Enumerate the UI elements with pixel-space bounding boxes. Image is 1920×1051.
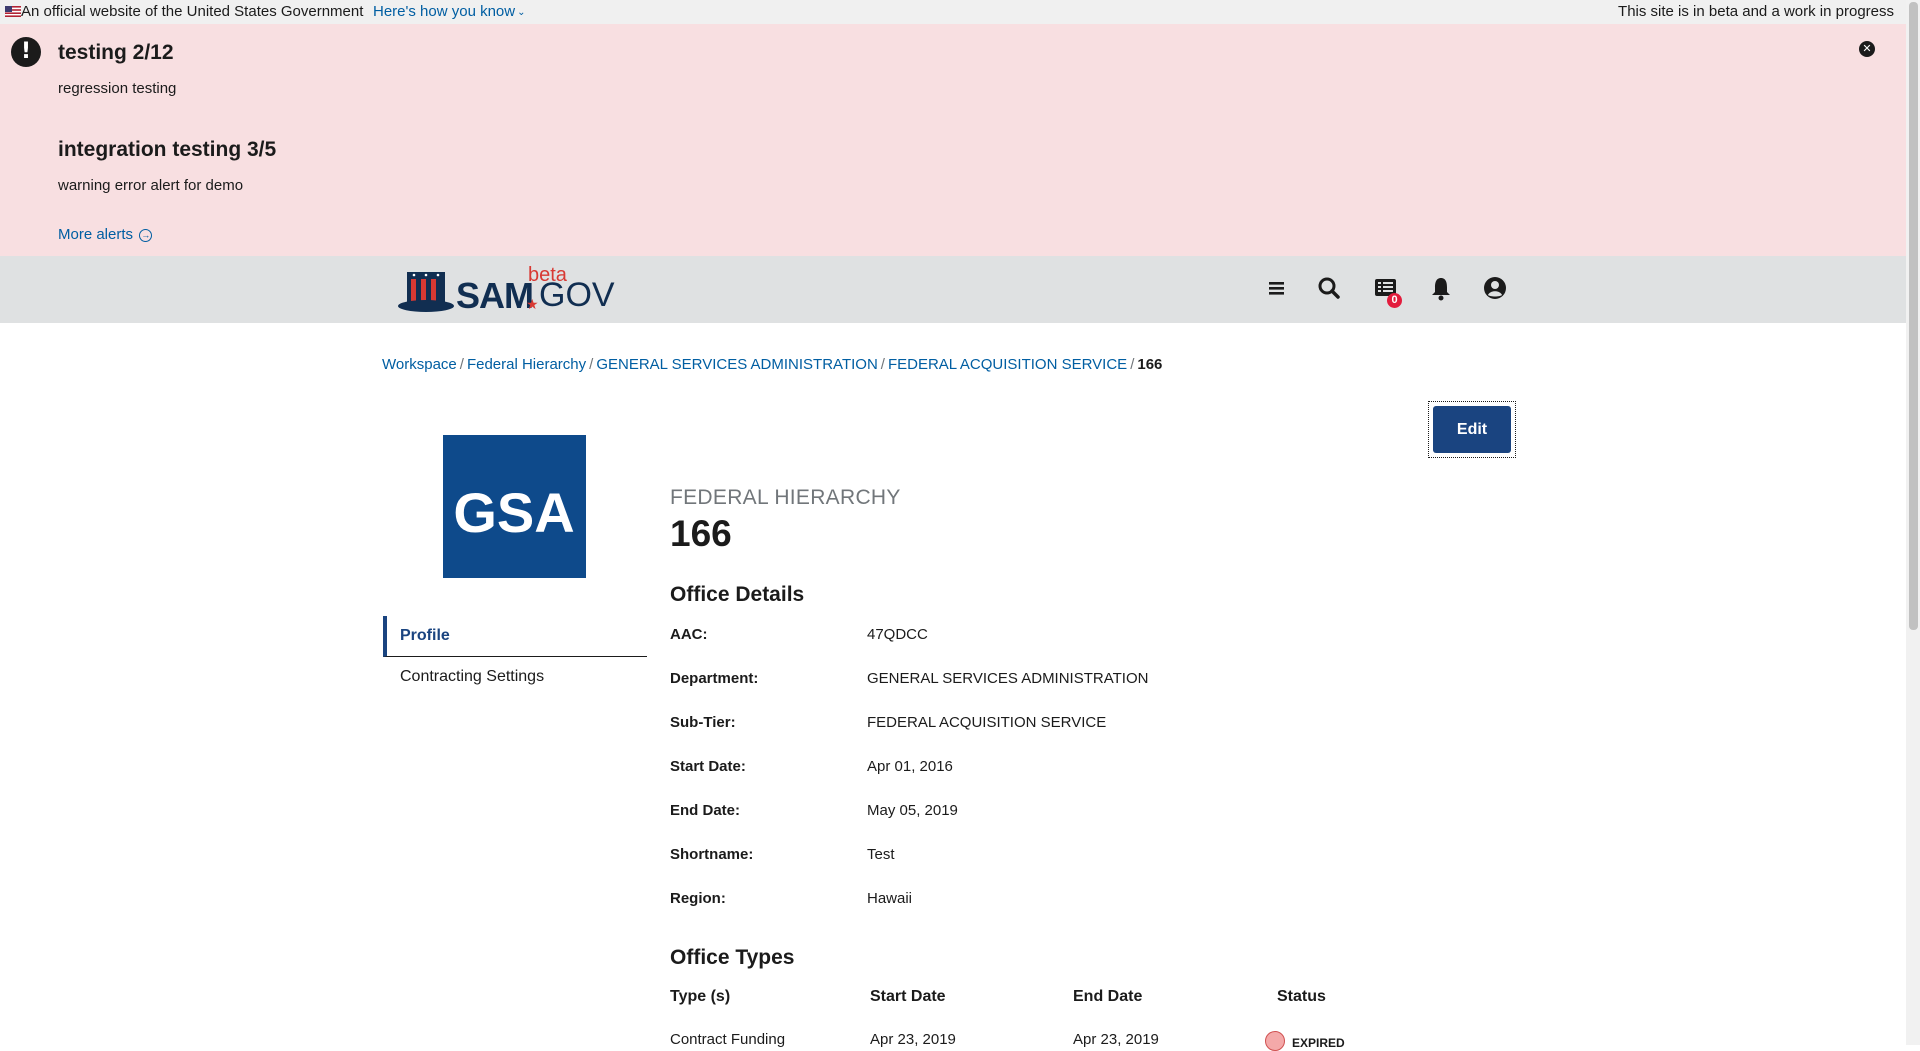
start-date-label: Start Date: (670, 758, 746, 775)
breadcrumb: Workspace / Federal Hierarchy / GENERAL SERV… (382, 356, 1162, 373)
status-expired-icon (1265, 1031, 1285, 1051)
how-you-know-link[interactable]: Here's how you know ⌄ (373, 0, 526, 26)
breadcrumb-separator: / (880, 356, 885, 373)
department-label: Department: (670, 670, 759, 687)
gov-banner: An official website of the United States… (0, 0, 1906, 24)
messages-count-badge: 0 (1387, 293, 1402, 308)
uncle-sam-hat-icon (398, 272, 454, 312)
alert-title: integration testing 3/5 (58, 138, 277, 161)
logo-sam-text: SAM (456, 275, 534, 316)
scrollbar-thumb[interactable] (1909, 2, 1918, 630)
us-flag-icon (5, 6, 21, 17)
page-kicker: FEDERAL HIERARCHY (670, 486, 901, 509)
subtier-label: Sub-Tier: (670, 714, 736, 731)
page-scrollbar[interactable] (1906, 0, 1920, 1045)
gsa-logo: GSA (443, 435, 586, 578)
side-nav: Profile Contracting Settings (383, 616, 647, 697)
site-header: SAM beta ★ GOV (0, 256, 1906, 323)
user-circle-icon[interactable] (1481, 274, 1509, 302)
menu-icon[interactable] (1262, 274, 1290, 302)
aac-value: 47QDCC (867, 626, 928, 643)
alert-body: warning error alert for demo (58, 177, 244, 194)
more-alerts-link[interactable]: More alerts → (58, 226, 153, 243)
column-header-start-date: Start Date (870, 988, 946, 1005)
office-type-cell: Contract Funding (670, 1031, 786, 1048)
office-type-start-cell: Apr 23, 2019 (870, 1031, 956, 1048)
breadcrumb-workspace[interactable]: Workspace (382, 356, 457, 373)
sam-gov-logo[interactable]: SAM beta ★ GOV (398, 264, 615, 316)
alert-title: testing 2/12 (58, 41, 174, 64)
gsa-logo-text: GSA (453, 481, 574, 544)
how-you-know-label[interactable]: Here's how you know (373, 3, 515, 20)
close-icon[interactable]: ✕ (1859, 41, 1875, 57)
shortname-label: Shortname: (670, 846, 754, 863)
edit-button-focus-ring: Edit (1428, 401, 1516, 458)
arrow-circle-right-icon: → (139, 228, 153, 242)
alert-body: regression testing (58, 80, 177, 97)
column-header-type: Type (s) (670, 988, 731, 1005)
alerts-panel: ! ✕ testing 2/12 regression testing inte… (0, 24, 1906, 256)
official-website-text: An official website of the United States… (21, 3, 364, 20)
page-title: 166 (670, 513, 732, 554)
side-nav-profile[interactable]: Profile (383, 616, 647, 657)
breadcrumb-subtier[interactable]: FEDERAL ACQUISITION SERVICE (888, 356, 1127, 373)
breadcrumb-federal-hierarchy[interactable]: Federal Hierarchy (467, 356, 586, 373)
bell-icon[interactable] (1427, 274, 1455, 302)
breadcrumb-separator: / (459, 356, 464, 373)
logo-gov-text: GOV (539, 276, 615, 314)
gsa-logo-mark: GSA (453, 481, 574, 544)
breadcrumb-current: 166 (1137, 356, 1163, 373)
office-details-heading: Office Details (670, 583, 805, 606)
region-value: Hawaii (867, 890, 913, 907)
department-value: GENERAL SERVICES ADMINISTRATION (867, 670, 1149, 687)
exclamation-icon: ! (11, 37, 41, 67)
breadcrumb-separator: / (1130, 356, 1135, 373)
end-date-value: May 05, 2019 (867, 802, 958, 819)
chevron-down-icon: ⌄ (517, 7, 526, 18)
end-date-label: End Date: (670, 802, 741, 819)
shortname-value: Test (867, 846, 895, 863)
side-nav-contracting-settings[interactable]: Contracting Settings (383, 657, 647, 697)
start-date-value: Apr 01, 2016 (867, 758, 953, 775)
column-header-status: Status (1277, 988, 1326, 1005)
breadcrumb-separator: / (589, 356, 594, 373)
region-label: Region: (670, 890, 726, 907)
more-alerts-label[interactable]: More alerts (58, 226, 133, 243)
beta-notice: This site is in beta and a work in progr… (1618, 3, 1894, 20)
office-types-heading: Office Types (670, 946, 795, 969)
edit-button[interactable]: Edit (1433, 406, 1511, 453)
status-badge: EXPIRED (1292, 1036, 1345, 1050)
subtier-value: FEDERAL ACQUISITION SERVICE (867, 714, 1107, 731)
column-header-end-date: End Date (1073, 988, 1143, 1005)
search-icon[interactable] (1315, 274, 1343, 302)
breadcrumb-department[interactable]: GENERAL SERVICES ADMINISTRATION (596, 356, 877, 373)
office-type-end-cell: Apr 23, 2019 (1073, 1031, 1159, 1048)
aac-label: AAC: (670, 626, 708, 643)
star-icon: ★ (526, 296, 539, 312)
